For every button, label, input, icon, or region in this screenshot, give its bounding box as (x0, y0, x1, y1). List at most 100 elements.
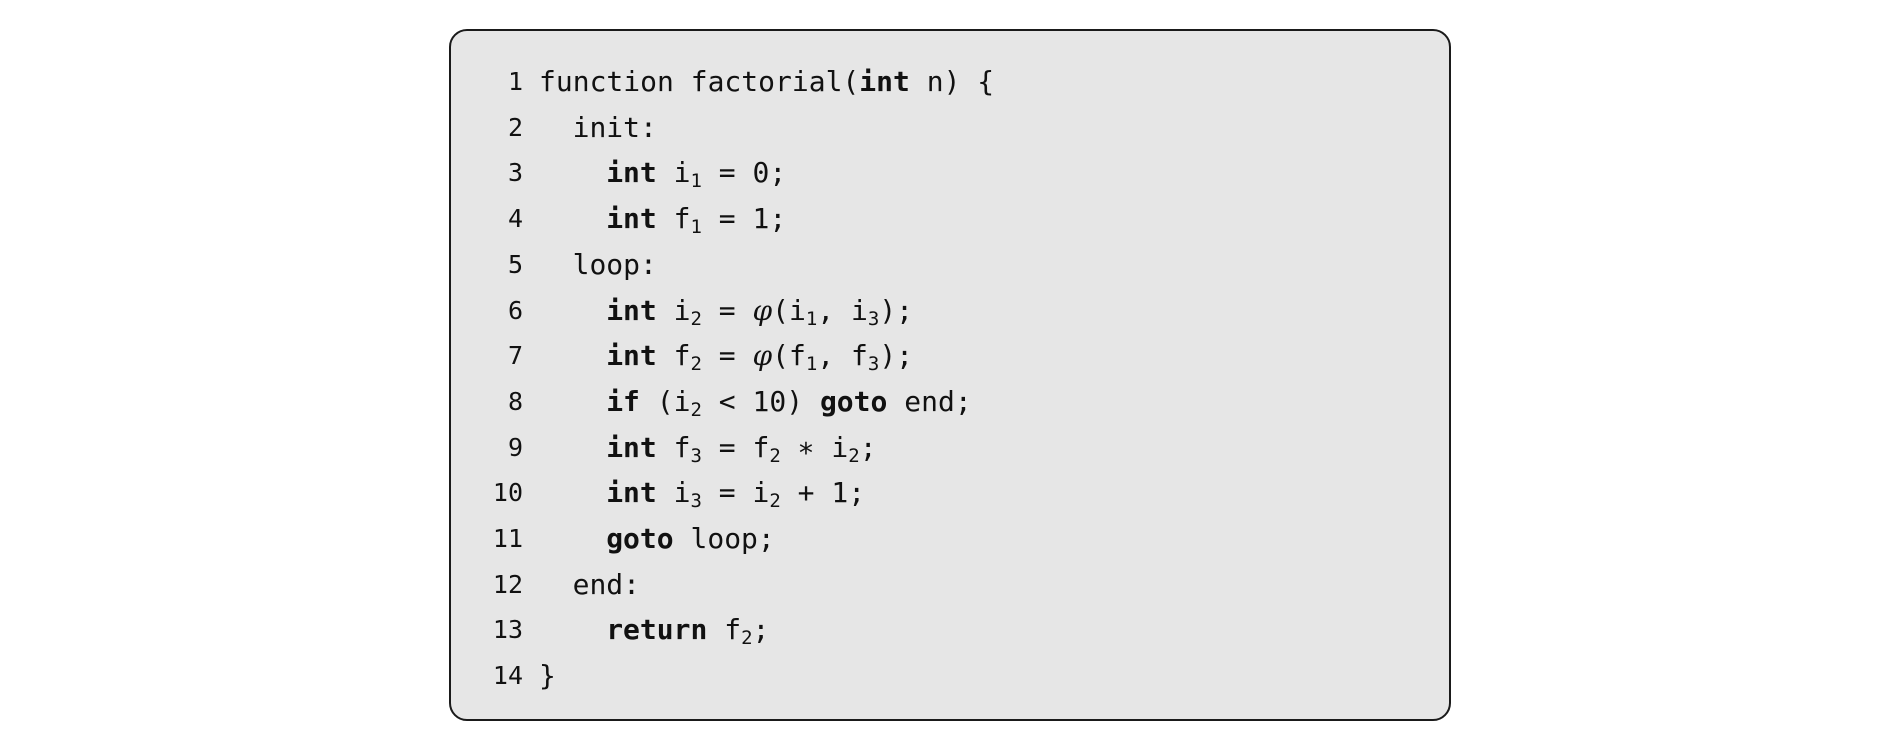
keyword: int (859, 65, 910, 98)
code-token: n) { (909, 65, 995, 98)
line-number: 11 (492, 524, 523, 553)
code-token: = (701, 339, 753, 373)
keyword: int (606, 156, 657, 190)
code-token: + 1; (780, 476, 866, 510)
code-token: f (656, 339, 691, 373)
code-text: if (i2 < 10) goto end; (539, 379, 972, 425)
subscript: 2 (769, 490, 781, 513)
code-token: ); (879, 293, 914, 327)
code-text: return f2; (539, 607, 769, 653)
line-number: 13 (492, 615, 523, 645)
line-number: 4 (507, 204, 523, 234)
phi-symbol: φ (752, 339, 773, 373)
code-token: , f (817, 339, 868, 373)
code-token: (f (772, 339, 806, 373)
code-token: end; (887, 384, 972, 418)
keyword: int (606, 293, 657, 327)
keyword: if (606, 384, 640, 418)
code-line: 4 int f1 = 1; (451, 196, 1449, 242)
subscript: 3 (867, 307, 880, 330)
subscript: 2 (848, 444, 860, 467)
keyword: goto (819, 384, 888, 418)
line-number: 6 (507, 295, 523, 325)
line-number: 5 (507, 249, 523, 279)
keyword: int (606, 339, 657, 373)
code-token: = i (701, 476, 770, 510)
code-token: ∗ i (780, 430, 849, 464)
code-text: int i3 = i2 + 1; (539, 470, 865, 516)
subscript: 2 (690, 307, 702, 330)
code-line: 1 function factorial(int n) { (451, 59, 1449, 105)
code-text: goto loop; (539, 516, 775, 562)
keyword: int (606, 430, 657, 464)
subscript: 2 (690, 353, 702, 376)
code-token: ); (879, 339, 914, 373)
code-token: = (701, 293, 753, 327)
subscript: 3 (867, 353, 880, 376)
code-token: f (707, 613, 742, 647)
code-text: function factorial(int n) { (539, 59, 994, 105)
subscript: 1 (690, 170, 702, 193)
subscript: 2 (690, 398, 702, 421)
subscript: 1 (690, 216, 702, 239)
subscript: 1 (805, 353, 818, 376)
code-text: int i1 = 0; (539, 150, 786, 196)
code-text: end: (539, 562, 640, 608)
code-token: i (656, 476, 691, 510)
line-number: 3 (507, 158, 523, 188)
line-number: 10 (492, 478, 523, 508)
code-token: loop; (673, 522, 775, 555)
code-token: init: (572, 110, 657, 144)
code-line: 12 end: (451, 562, 1449, 608)
phi-symbol: φ (752, 293, 773, 327)
code-token: ; (859, 430, 877, 464)
code-line: 11 goto loop; (451, 516, 1449, 562)
keyword: int (606, 476, 657, 510)
subscript: 1 (805, 307, 818, 330)
code-token: (i (772, 293, 806, 327)
code-token: f (656, 202, 691, 236)
code-line: 7 int f2 = φ(f1, f3); (451, 333, 1449, 379)
code-line: 2 init: (451, 105, 1449, 151)
code-text: int f3 = f2 ∗ i2; (539, 425, 877, 471)
code-token: } (539, 659, 556, 693)
line-number: 14 (492, 661, 523, 691)
keyword: return (606, 613, 708, 647)
code-token: i (656, 293, 691, 327)
code-token: = 0; (701, 156, 787, 190)
code-token: , i (817, 293, 868, 327)
code-panel: 1 function factorial(int n) {2 init: 3 int i… (449, 29, 1451, 721)
code-token: i (656, 156, 691, 190)
code-line: 13 return f2; (451, 607, 1449, 653)
subscript: 2 (769, 444, 781, 467)
keyword: goto (606, 522, 674, 555)
code-text: init: (539, 105, 657, 151)
code-token: f (656, 430, 691, 464)
subscript: 3 (690, 444, 702, 467)
line-number: 12 (492, 569, 523, 599)
code-token: (i (639, 384, 691, 418)
code-token: ; (752, 613, 770, 647)
code-token: = f (701, 430, 770, 464)
code-line: 8 if (i2 < 10) goto end; (451, 379, 1449, 425)
code-line: 9 int f3 = f2 ∗ i2; (451, 425, 1449, 471)
code-token: end: (572, 567, 641, 601)
code-text: int f1 = 1; (539, 196, 786, 242)
code-line: 14} (451, 653, 1449, 699)
code-text: int f2 = φ(f1, f3); (539, 333, 913, 379)
code-line: 6 int i2 = φ(i1, i3); (451, 288, 1449, 334)
line-number: 7 (507, 341, 523, 371)
line-number: 8 (507, 386, 523, 416)
code-text: loop: (539, 242, 657, 288)
code-token: function factorial( (539, 65, 860, 98)
line-number: 2 (507, 112, 523, 142)
line-number: 9 (507, 432, 523, 462)
subscript: 3 (690, 490, 702, 513)
code-line: 5 loop: (451, 242, 1449, 288)
code-line: 3 int i1 = 0; (451, 150, 1449, 196)
line-number: 1 (507, 67, 523, 96)
code-token: = 1; (701, 202, 787, 236)
code-token: loop: (572, 247, 657, 281)
code-line: 10 int i3 = i2 + 1; (451, 470, 1449, 516)
code-token: < 10) (701, 384, 820, 418)
